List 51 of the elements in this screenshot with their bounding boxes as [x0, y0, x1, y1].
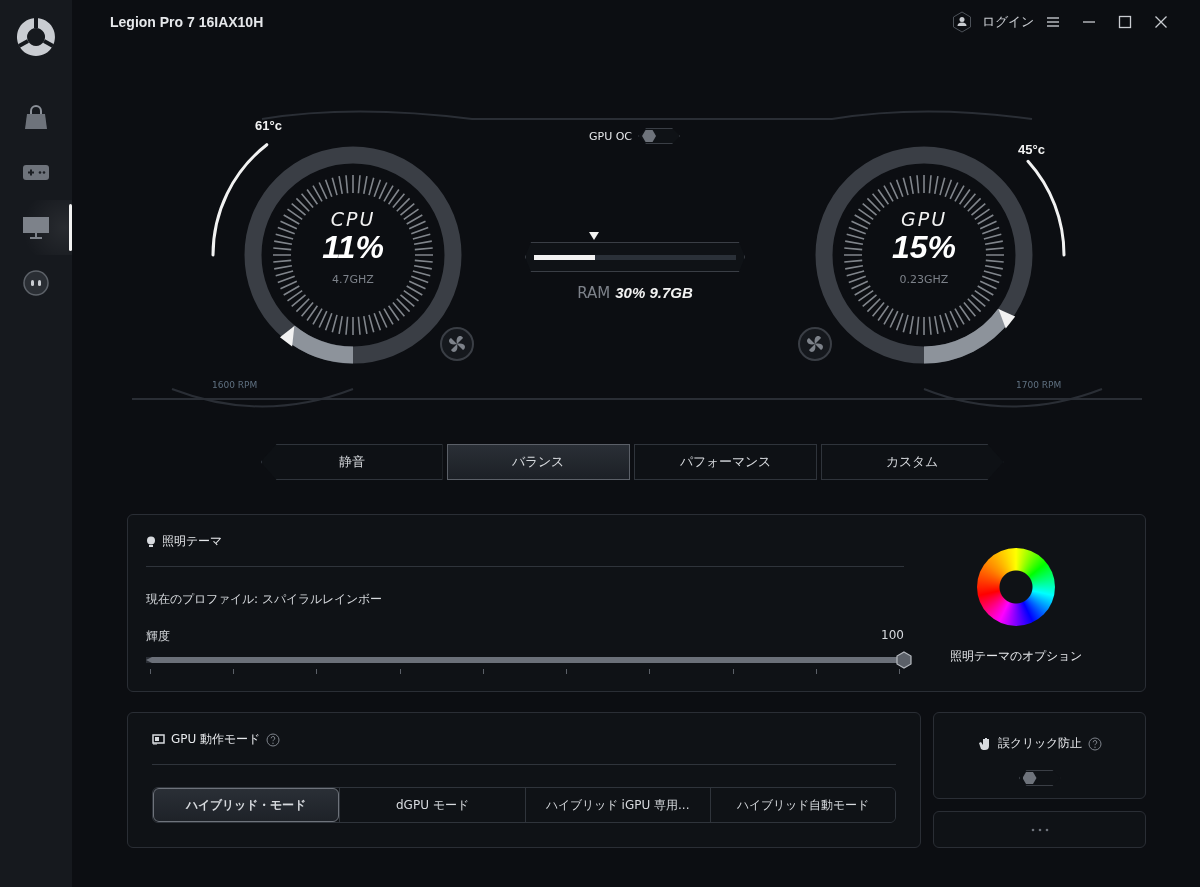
logo-icon — [15, 16, 57, 58]
more-icon — [1030, 827, 1049, 832]
brightness-label: 輝度 — [146, 628, 170, 645]
hand-icon — [977, 736, 992, 751]
temperature-value: 61°c — [255, 118, 282, 133]
section-title: 誤クリック防止 — [997, 735, 1082, 752]
fan-speed: 1600 RPM — [212, 380, 258, 390]
ram-label: RAM — [577, 284, 611, 302]
window-title: Legion Pro 7 16IAX10H — [110, 14, 264, 30]
close-icon[interactable] — [1154, 15, 1168, 29]
usage-value: 11% — [322, 230, 384, 266]
usage-value: 15% — [891, 230, 956, 266]
ram-reading: 30% 9.7GB — [615, 284, 693, 302]
power-mode-tab[interactable]: パフォーマンス — [633, 444, 817, 480]
section-title: GPU 動作モード — [171, 731, 261, 748]
gauge-pointer — [998, 309, 1016, 329]
gamepad-icon — [22, 162, 50, 183]
user-icon[interactable] — [952, 11, 972, 33]
power-mode-tab[interactable]: カスタム — [820, 444, 1004, 480]
help-icon[interactable] — [1087, 736, 1102, 751]
gauge-label: GPU — [900, 208, 948, 230]
selection-indicator — [69, 204, 72, 251]
lighting-options-link[interactable]: 照明テーマのオプション — [949, 647, 1082, 665]
gauge-pointer — [279, 325, 295, 347]
gpu-oc-label: GPU OC — [589, 129, 633, 143]
brightness-slider[interactable] — [146, 651, 912, 669]
help-icon[interactable] — [266, 732, 281, 747]
frequency-value: 0.23GHZ — [899, 273, 949, 287]
frequency-value: 4.7GHZ — [332, 273, 374, 287]
lightbulb-icon — [146, 535, 156, 548]
monitor-icon — [22, 215, 50, 240]
menu-icon[interactable] — [1046, 16, 1060, 28]
fan-speed: 1700 RPM — [1016, 380, 1062, 390]
fan-icon — [440, 327, 474, 361]
slider-thumb[interactable] — [896, 651, 912, 669]
ram-marker-icon — [589, 232, 600, 240]
power-mode-tab[interactable]: 静音 — [260, 444, 443, 480]
current-profile: 現在のプロファイル: スパイラルレインボー — [146, 591, 383, 608]
shopping-bag-icon — [22, 103, 50, 132]
fan-icon — [798, 327, 832, 361]
temperature-value: 45°c — [1018, 142, 1045, 157]
robot-face-icon — [23, 269, 49, 296]
gpu-mode-option[interactable]: ハイブリッド・モード — [153, 788, 340, 822]
section-title: 照明テーマ — [162, 533, 222, 550]
maximize-icon[interactable] — [1118, 15, 1132, 29]
graphics-card-icon — [152, 734, 165, 745]
brightness-value: 100 — [881, 628, 904, 644]
gpu-mode-option[interactable]: ハイブリッド自動モード — [709, 788, 895, 822]
gauge-label: CPU — [330, 208, 376, 230]
login-link[interactable]: ログイン — [982, 13, 1034, 31]
power-mode-tab[interactable]: バランス — [446, 444, 630, 480]
